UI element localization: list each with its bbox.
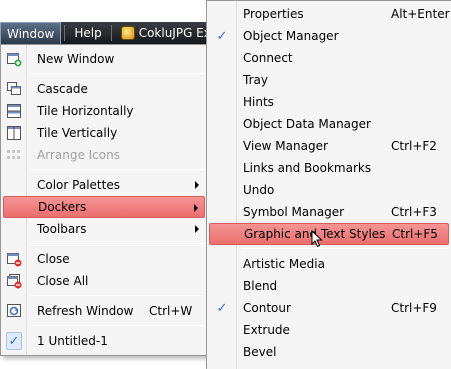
menu-item-label: Hints [243,95,274,109]
window-menu: New Window Cascade Tile Horizontally Til… [0,44,208,356]
menu-help[interactable]: Help [68,22,107,44]
tile-vertically-icon [6,125,22,141]
close-all-icon [6,273,22,289]
menu-item-close-all[interactable]: Close All [3,270,205,292]
menu-item-label: New Window [37,52,115,66]
menu-item-label: Blend [243,279,278,293]
menu-item-contour[interactable]: ✓ Contour Ctrl+F9 [209,297,449,319]
check-icon: ✓ [6,332,22,350]
menu-item-tile-vertically[interactable]: Tile Vertically [3,122,205,144]
menubar-divider [64,25,66,41]
menu-item-label: Close All [37,274,89,288]
menu-separator [31,243,205,244]
menu-item-label: Toolbars [37,222,87,236]
menu-item-blend[interactable]: Blend [209,275,449,297]
menubar-divider [110,25,112,41]
menu-item-shortcut: Ctrl+F9 [391,301,437,315]
tile-horizontally-icon [6,103,22,119]
menu-item-label: 1 Untitled-1 [37,334,108,348]
menu-item-properties[interactable]: Properties Alt+Enter [209,3,450,25]
menu-separator [241,248,449,249]
menu-item-connect[interactable]: Connect [209,47,449,69]
menu-item-label: Refresh Window [37,304,134,318]
menu-item-label: Object Data Manager [243,117,371,131]
menu-item-extrude[interactable]: Extrude [209,319,449,341]
menu-item-label: Tile Vertically [37,126,118,140]
menu-item-artistic-media[interactable]: Artistic Media [209,253,449,275]
check-icon: ✓ [216,300,228,316]
mouse-pointer-icon [311,230,323,248]
check-icon: ✓ [216,28,228,44]
menu-item-label: Cascade [37,82,88,96]
menu-item-symbol-manager[interactable]: Symbol Manager Ctrl+F3 [209,201,449,223]
refresh-icon [6,303,22,319]
menu-item-shortcut: Ctrl+F2 [391,139,437,153]
menu-window-label: Window [7,26,55,41]
cascade-icon [6,81,22,97]
menu-item-shortcut: Ctrl+W [149,304,193,318]
title-strip [0,0,210,22]
arrange-icons-icon [6,147,22,163]
menu-item-undo[interactable]: Undo [209,179,449,201]
menu-item-cascade[interactable]: Cascade [3,78,205,100]
menu-item-graphic-text-styles[interactable]: Graphic and Text Styles Ctrl+F5 [209,223,449,245]
menu-item-toolbars[interactable]: Toolbars [3,218,205,240]
menu-separator [31,169,205,170]
menu-item-hints[interactable]: Hints [209,91,449,113]
menu-item-color-palettes[interactable]: Color Palettes [3,174,205,196]
menu-item-tile-horizontally[interactable]: Tile Horizontally [3,100,205,122]
menu-separator [31,325,205,326]
menu-help-label: Help [74,26,102,40]
menu-item-object-manager[interactable]: ✓ Object Manager [209,25,449,47]
menu-item-arrange-icons[interactable]: Arrange Icons [3,144,205,166]
menu-item-label: Symbol Manager [243,205,345,219]
close-window-icon [6,251,22,267]
menu-item-label: Connect [243,51,293,65]
menu-item-label: Extrude [243,323,290,337]
menu-item-label: Dockers [38,200,87,214]
menu-item-shortcut: Alt+Enter [391,7,450,21]
new-window-icon [6,51,22,67]
menu-item-label: View Manager [243,139,328,153]
app-icon [120,26,135,40]
menu-item-links-bookmarks[interactable]: Links and Bookmarks [209,157,449,179]
menu-item-close[interactable]: Close [3,248,205,270]
menu-separator [31,73,205,74]
menu-item-label: Tray [243,73,268,87]
menu-item-label: Artistic Media [243,257,325,271]
menu-item-tray[interactable]: Tray [209,69,449,91]
menu-item-label: Tile Horizontally [37,104,134,118]
submenu-arrow-icon [194,204,198,212]
menu-item-untitled-1[interactable]: ✓ 1 Untitled-1 [3,330,205,352]
menu-item-label: Object Manager [243,29,339,43]
menu-item-label: Arrange Icons [37,148,120,162]
menu-window[interactable]: Window [0,22,62,44]
menu-separator [31,295,205,296]
menu-item-label: Close [37,252,70,266]
menu-item-label: Color Palettes [37,178,120,192]
submenu-arrow-icon [195,225,199,233]
menu-item-label: Properties [243,7,304,21]
menu-item-refresh-window[interactable]: Refresh Window Ctrl+W [3,300,205,322]
menu-item-bevel[interactable]: Bevel [209,341,449,363]
menu-item-shortcut: Ctrl+F5 [392,227,438,241]
menu-item-label: Undo [243,183,275,197]
menu-item-new-window[interactable]: New Window [3,48,205,70]
dockers-submenu: Properties Alt+Enter ✓ Object Manager Co… [206,0,451,369]
submenu-arrow-icon [195,181,199,189]
menu-item-dockers[interactable]: Dockers [3,196,205,218]
menu-item-label: Contour [243,301,291,315]
menu-item-view-manager[interactable]: View Manager Ctrl+F2 [209,135,449,157]
menu-item-label: Bevel [243,345,277,359]
menu-item-label: Links and Bookmarks [243,161,372,175]
menu-item-shortcut: Ctrl+F3 [391,205,437,219]
menu-item-object-data-manager[interactable]: Object Data Manager [209,113,449,135]
